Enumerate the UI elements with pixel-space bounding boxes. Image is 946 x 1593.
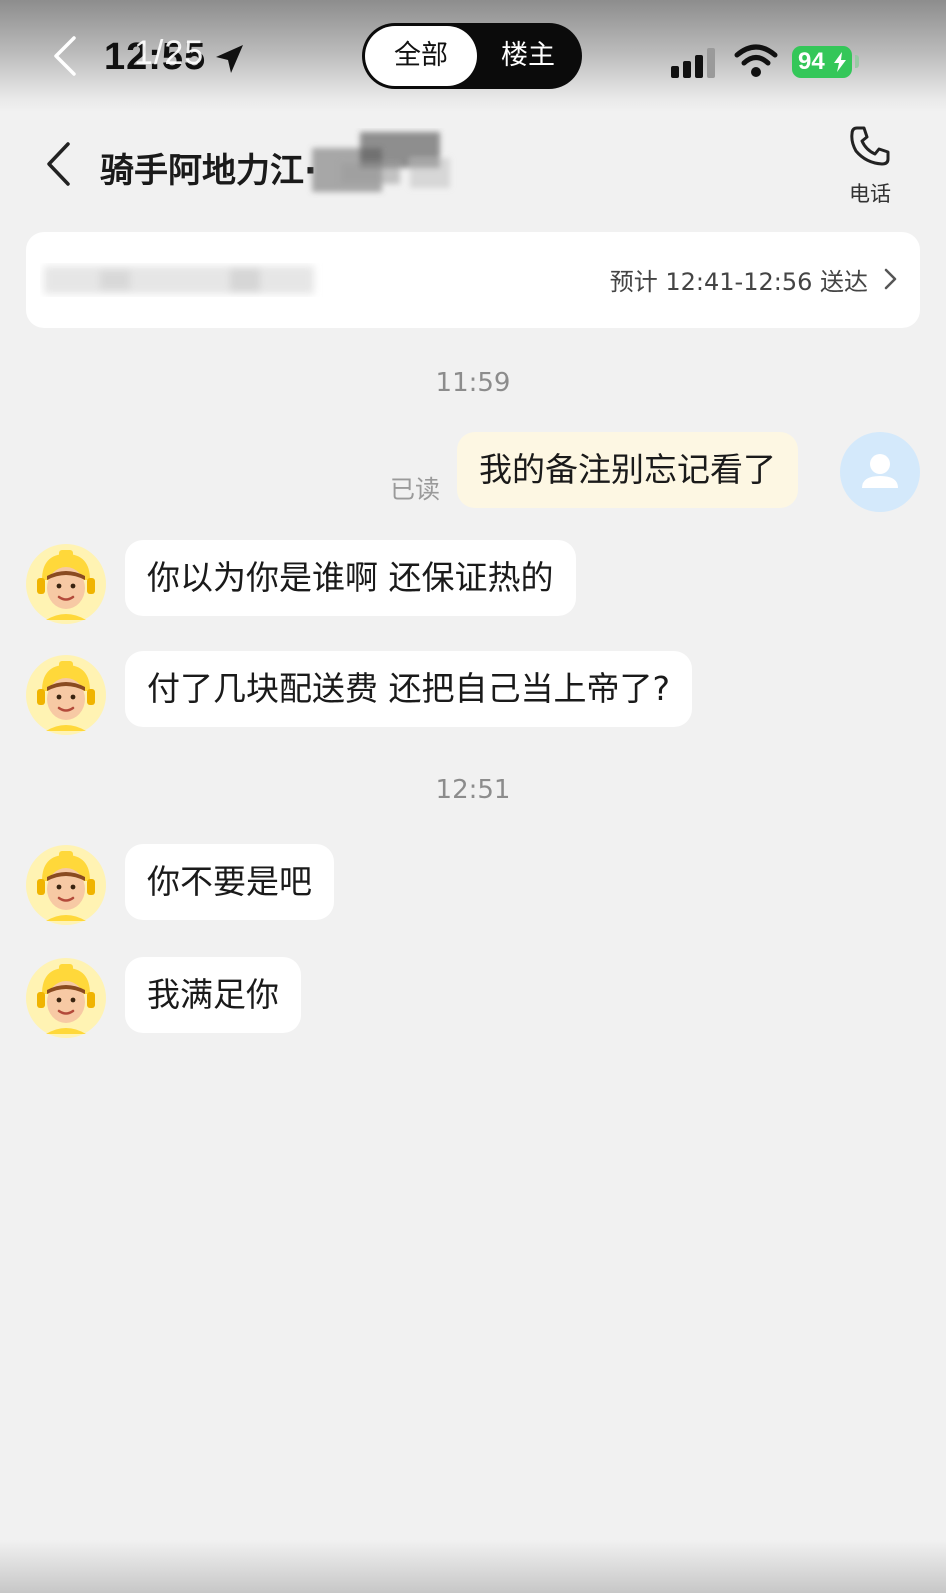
my-avatar-icon[interactable]: [840, 432, 920, 512]
phone-label[interactable]: 电话: [838, 178, 902, 208]
cellular-signal-icon: [671, 48, 715, 78]
location-arrow-icon: [216, 45, 243, 73]
toggle-op-button[interactable]: 楼主: [477, 26, 579, 86]
outgoing-message-bubble[interactable]: 我的备注别忘记看了: [457, 432, 798, 508]
redaction-scribble: [312, 132, 450, 192]
incoming-message-bubble[interactable]: 我满足你: [125, 957, 301, 1033]
rider-avatar-icon[interactable]: [26, 655, 106, 735]
delivery-eta: 预计 12:41-12:56 送达: [609, 268, 868, 296]
rider-name-title: 骑手阿地力江·: [100, 151, 317, 191]
message-timestamp: 12:51: [435, 775, 511, 805]
filter-toggle: 全部 楼主: [362, 23, 582, 89]
rider-avatar-icon[interactable]: [26, 958, 106, 1038]
rider-avatar-icon[interactable]: [26, 845, 106, 925]
order-status-card[interactable]: 预计 12:41-12:56 送达: [26, 232, 920, 328]
rider-avatar-icon[interactable]: [26, 544, 106, 624]
incoming-message-bubble[interactable]: 付了几块配送费 还把自己当上帝了?: [125, 651, 693, 727]
viewer-top-bar: 12:55 1/25 全部 楼主 94: [0, 0, 946, 112]
incoming-message-bubble[interactable]: 你以为你是谁啊 还保证热的: [125, 540, 576, 616]
incoming-message-bubble[interactable]: 你不要是吧: [125, 844, 334, 920]
chat-back-icon[interactable]: [40, 138, 80, 190]
toggle-all-button[interactable]: 全部: [365, 26, 477, 86]
charging-bolt-icon: [834, 52, 846, 72]
wifi-icon: [734, 44, 778, 77]
message-timestamp: 11:59: [435, 368, 511, 398]
redacted-order-info: [44, 266, 314, 294]
chevron-right-icon: [884, 268, 897, 290]
phone-icon[interactable]: [848, 124, 892, 168]
read-receipt: 已读: [390, 475, 441, 504]
back-arrow-icon[interactable]: [46, 34, 90, 78]
battery-level: 94: [798, 48, 825, 75]
battery-indicator: 94: [792, 46, 852, 78]
battery-cap: [855, 55, 859, 68]
bottom-shade: [0, 1540, 946, 1593]
image-page-counter: 1/25: [134, 34, 205, 72]
